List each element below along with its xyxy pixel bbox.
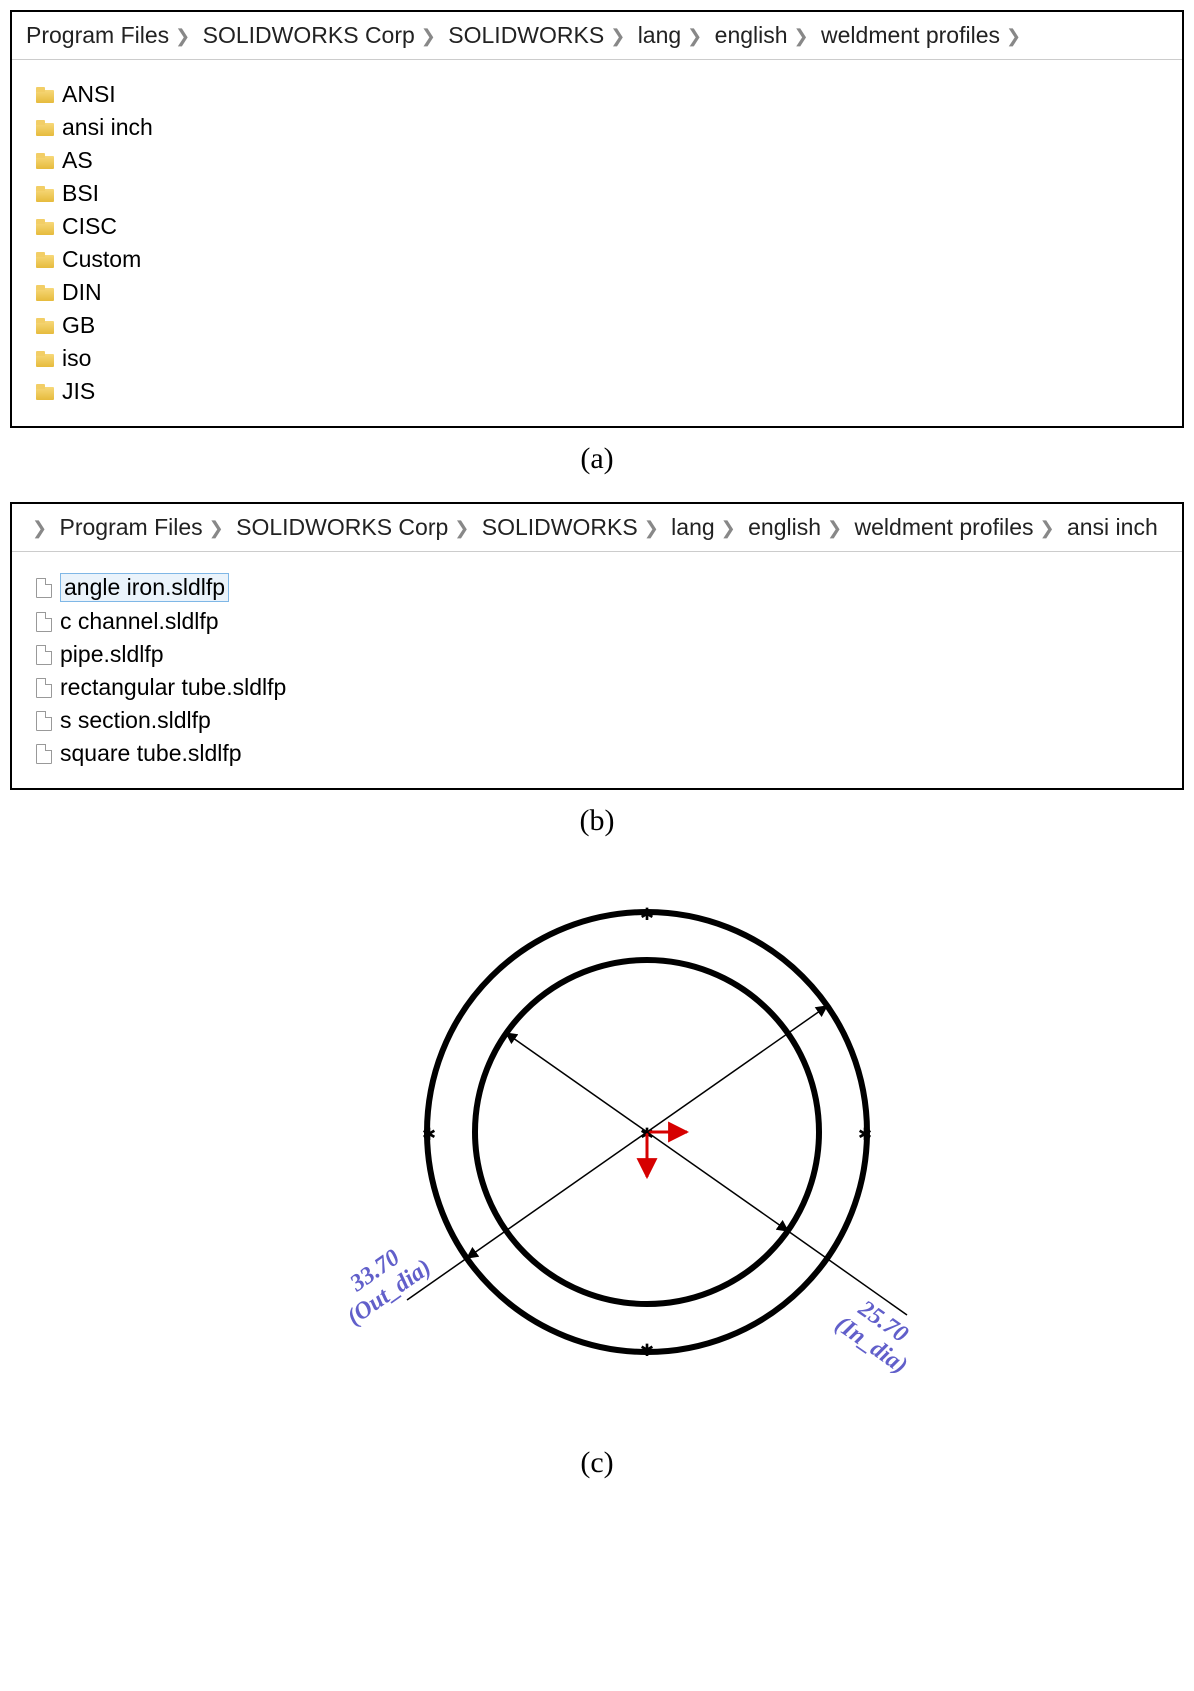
folder-icon bbox=[36, 285, 54, 301]
caption-b: (b) bbox=[10, 790, 1184, 864]
folder-icon bbox=[36, 153, 54, 169]
file-icon bbox=[36, 744, 52, 764]
svg-text:33.70 (Out_dia): 33.70 (Out_dia) bbox=[328, 1233, 436, 1331]
folder-row[interactable]: iso bbox=[36, 342, 1168, 375]
file-icon bbox=[36, 645, 52, 665]
breadcrumb[interactable]: Program Files❯ SOLIDWORKS Corp❯ SOLIDWOR… bbox=[12, 12, 1182, 60]
caption-c: (c) bbox=[10, 1432, 1184, 1506]
crumb[interactable]: weldment profiles bbox=[821, 22, 1000, 49]
chevron-right-icon: ❯ bbox=[821, 518, 848, 539]
chevron-right-icon: ❯ bbox=[203, 518, 230, 539]
folder-label: CISC bbox=[62, 213, 117, 240]
svg-text:✱: ✱ bbox=[858, 1121, 871, 1146]
chevron-right-icon: ❯ bbox=[604, 26, 631, 47]
folder-row[interactable]: GB bbox=[36, 309, 1168, 342]
file-label: rectangular tube.sldlfp bbox=[60, 674, 286, 701]
folder-icon bbox=[36, 120, 54, 136]
chevron-right-icon: ❯ bbox=[26, 518, 53, 539]
crumb[interactable]: lang bbox=[638, 22, 681, 49]
svg-text:25.70 (In_dia): 25.70 (In_dia) bbox=[830, 1290, 926, 1379]
file-icon bbox=[36, 711, 52, 731]
folder-row[interactable]: ansi inch bbox=[36, 111, 1168, 144]
folder-icon bbox=[36, 87, 54, 103]
file-label: c channel.sldlfp bbox=[60, 608, 219, 635]
file-icon bbox=[36, 612, 52, 632]
outer-diameter-dimension: 33.70 (Out_dia) bbox=[328, 1006, 827, 1331]
crumb[interactable]: SOLIDWORKS Corp bbox=[203, 22, 415, 49]
folder-row[interactable]: BSI bbox=[36, 177, 1168, 210]
chevron-right-icon: ❯ bbox=[415, 26, 442, 47]
file-label: angle iron.sldlfp bbox=[60, 573, 229, 602]
file-row[interactable]: pipe.sldlfp bbox=[36, 638, 1168, 671]
crumb[interactable]: Program Files bbox=[26, 22, 169, 49]
folder-row[interactable]: JIS bbox=[36, 375, 1168, 408]
crumb[interactable]: english bbox=[748, 514, 821, 541]
crumb[interactable]: SOLIDWORKS bbox=[482, 514, 638, 541]
folder-label: GB bbox=[62, 312, 95, 339]
folder-row[interactable]: AS bbox=[36, 144, 1168, 177]
folder-row[interactable]: DIN bbox=[36, 276, 1168, 309]
svg-text:✱: ✱ bbox=[640, 1337, 653, 1362]
folder-label: ANSI bbox=[62, 81, 116, 108]
folder-label: iso bbox=[62, 345, 91, 372]
chevron-right-icon: ❯ bbox=[169, 26, 196, 47]
breadcrumb[interactable]: ❯ Program Files❯ SOLIDWORKS Corp❯ SOLIDW… bbox=[12, 504, 1182, 552]
explorer-panel-a: Program Files❯ SOLIDWORKS Corp❯ SOLIDWOR… bbox=[10, 10, 1184, 428]
folder-label: ansi inch bbox=[62, 114, 153, 141]
caption-a: (a) bbox=[10, 428, 1184, 502]
folder-label: JIS bbox=[62, 378, 95, 405]
crumb[interactable]: weldment profiles bbox=[855, 514, 1034, 541]
chevron-right-icon: ❯ bbox=[638, 518, 665, 539]
crumb[interactable]: Program Files bbox=[59, 514, 202, 541]
chevron-right-icon: ❯ bbox=[788, 26, 815, 47]
file-row[interactable]: s section.sldlfp bbox=[36, 704, 1168, 737]
folder-row[interactable]: CISC bbox=[36, 210, 1168, 243]
folder-icon bbox=[36, 186, 54, 202]
crumb[interactable]: english bbox=[715, 22, 788, 49]
folder-label: AS bbox=[62, 147, 93, 174]
chevron-right-icon: ❯ bbox=[448, 518, 475, 539]
chevron-right-icon: ❯ bbox=[1000, 26, 1027, 47]
svg-text:✱: ✱ bbox=[640, 901, 653, 926]
folder-icon bbox=[36, 219, 54, 235]
file-row[interactable]: rectangular tube.sldlfp bbox=[36, 671, 1168, 704]
file-icon bbox=[36, 578, 52, 598]
crumb[interactable]: ansi inch bbox=[1067, 514, 1158, 541]
folder-row[interactable]: ANSI bbox=[36, 78, 1168, 111]
file-row[interactable]: square tube.sldlfp bbox=[36, 737, 1168, 770]
file-list: angle iron.sldlfp c channel.sldlfp pipe.… bbox=[12, 552, 1182, 788]
file-icon bbox=[36, 678, 52, 698]
file-row[interactable]: angle iron.sldlfp bbox=[36, 570, 1168, 605]
chevron-right-icon: ❯ bbox=[715, 518, 742, 539]
file-row[interactable]: c channel.sldlfp bbox=[36, 605, 1168, 638]
crumb[interactable]: lang bbox=[671, 514, 714, 541]
folder-icon bbox=[36, 351, 54, 367]
svg-text:✱: ✱ bbox=[422, 1121, 435, 1146]
folder-label: Custom bbox=[62, 246, 141, 273]
folder-icon bbox=[36, 318, 54, 334]
crumb[interactable]: SOLIDWORKS Corp bbox=[236, 514, 448, 541]
folder-list: ANSI ansi inch AS BSI CISC Custom DIN GB… bbox=[12, 60, 1182, 426]
folder-icon bbox=[36, 252, 54, 268]
file-label: pipe.sldlfp bbox=[60, 641, 164, 668]
chevron-right-icon: ❯ bbox=[681, 26, 708, 47]
folder-row[interactable]: Custom bbox=[36, 243, 1168, 276]
folder-label: BSI bbox=[62, 180, 99, 207]
folder-icon bbox=[36, 384, 54, 400]
chevron-right-icon: ❯ bbox=[1033, 518, 1060, 539]
explorer-panel-b: ❯ Program Files❯ SOLIDWORKS Corp❯ SOLIDW… bbox=[10, 502, 1184, 790]
file-label: s section.sldlfp bbox=[60, 707, 211, 734]
folder-label: DIN bbox=[62, 279, 102, 306]
pipe-sketch: ✱ ✱ ✱ ✱ ✱ 33.70 (Out_dia) 25.70 (In_dia) bbox=[10, 864, 1184, 1432]
crumb[interactable]: SOLIDWORKS bbox=[448, 22, 604, 49]
file-label: square tube.sldlfp bbox=[60, 740, 242, 767]
